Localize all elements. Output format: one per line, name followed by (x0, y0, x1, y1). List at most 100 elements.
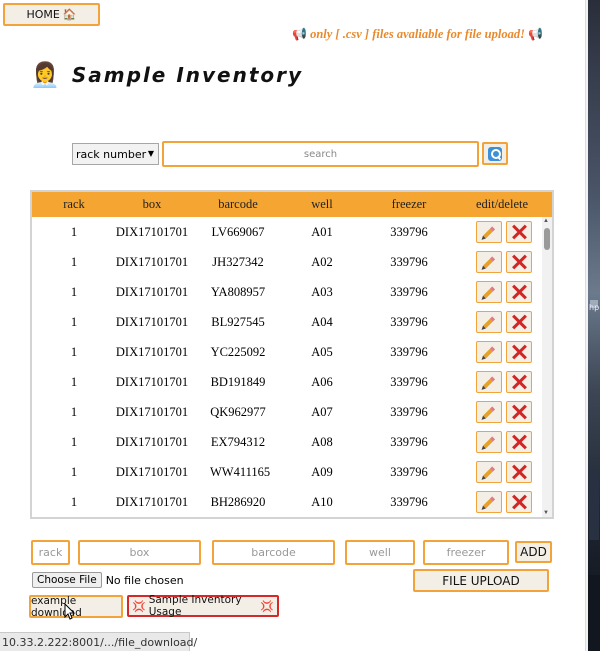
dropdown-caret-icon: ▼ (147, 149, 154, 158)
cell-box: DIX17101701 (115, 375, 189, 389)
cell-rack: 1 (70, 375, 78, 389)
page-header: 👩‍💼 Sample Inventory (30, 58, 303, 92)
edit-button[interactable] (476, 491, 502, 513)
file-status: No file chosen (105, 573, 184, 587)
edit-button[interactable] (476, 401, 502, 423)
search-field-value: rack number (76, 147, 147, 161)
edit-button[interactable] (476, 221, 502, 243)
edit-button[interactable] (476, 461, 502, 483)
delete-button[interactable] (506, 281, 532, 303)
scroll-up-icon[interactable]: ▲ (543, 218, 549, 224)
table-row: 1 DIX17101701 LV669067 A01 339796 (32, 217, 542, 247)
freezer-placeholder: freezer (446, 546, 486, 559)
desktop-background: hp (588, 0, 600, 651)
cross-mark-icon (511, 224, 527, 240)
pencil-icon (482, 375, 496, 389)
browser-viewport: hp HOME 🏠 📢 only [ .csv ] files avaliabl… (0, 0, 600, 651)
edit-button[interactable] (476, 251, 502, 273)
column-header-edit-delete: edit/delete (475, 197, 529, 211)
cell-rack: 1 (70, 285, 78, 299)
status-url: 10.33.2.222:8001/.../file_download/ (2, 635, 198, 649)
desktop-text-fragment: hp (589, 303, 600, 312)
rack-input[interactable]: rack (31, 540, 70, 565)
office-worker-icon: 👩‍💼 (30, 62, 60, 89)
choose-file-button[interactable]: Choose File (32, 572, 102, 588)
usage-button[interactable]: 💢 Sample Inventory Usage 💢 (127, 594, 279, 618)
anger-symbol-icon: 💢 (260, 599, 274, 613)
edit-button[interactable] (476, 281, 502, 303)
table-header: rack box barcode well freezer edit/delet… (32, 192, 552, 217)
delete-button[interactable] (506, 401, 532, 423)
delete-button[interactable] (506, 491, 532, 513)
table-row: 1 DIX17101701 BD191849 A06 339796 (32, 367, 542, 397)
column-header-freezer: freezer (391, 197, 427, 211)
edit-button[interactable] (476, 341, 502, 363)
edit-button[interactable] (476, 431, 502, 453)
mouse-pointer-icon (64, 603, 76, 620)
cell-rack: 1 (70, 315, 78, 329)
search-icon (488, 146, 502, 161)
cell-freezer: 339796 (390, 255, 428, 269)
table-row: 1 DIX17101701 JH327342 A02 339796 (32, 247, 542, 277)
pencil-icon (482, 465, 496, 479)
rack-placeholder: rack (38, 546, 63, 559)
cell-well: A08 (311, 435, 333, 449)
scrollbar-thumb[interactable] (544, 228, 550, 250)
scroll-down-icon[interactable]: ▼ (543, 510, 549, 516)
cell-barcode: BD191849 (210, 375, 266, 389)
cell-barcode: WW411165 (210, 465, 271, 479)
search-placeholder: search (303, 148, 338, 160)
cross-mark-icon (511, 374, 527, 390)
delete-button[interactable] (506, 431, 532, 453)
cell-well: A04 (311, 315, 333, 329)
delete-button[interactable] (506, 251, 532, 273)
desktop-shadow (589, 470, 599, 540)
cell-box: DIX17101701 (115, 435, 189, 449)
pencil-icon (482, 495, 496, 509)
delete-button[interactable] (506, 461, 532, 483)
pencil-icon (482, 225, 496, 239)
table-row: 1 DIX17101701 BL927545 A04 339796 (32, 307, 542, 337)
cell-well: A07 (311, 405, 333, 419)
cross-mark-icon (511, 494, 527, 510)
edit-button[interactable] (476, 311, 502, 333)
cell-box: DIX17101701 (115, 405, 189, 419)
barcode-input[interactable]: barcode (212, 540, 335, 565)
freezer-input[interactable]: freezer (423, 540, 509, 565)
cross-mark-icon (511, 404, 527, 420)
box-input[interactable]: box (78, 540, 201, 565)
search-field-select[interactable]: rack number ▼ (72, 143, 159, 165)
delete-button[interactable] (506, 341, 532, 363)
cross-mark-icon (511, 254, 527, 270)
cell-rack: 1 (70, 225, 78, 239)
search-input[interactable]: search (162, 141, 479, 167)
delete-button[interactable] (506, 221, 532, 243)
cell-freezer: 339796 (390, 435, 428, 449)
home-button[interactable]: HOME 🏠 (3, 3, 100, 26)
example-download-button[interactable]: example download (29, 595, 123, 619)
file-chooser: Choose File No file chosen (32, 572, 184, 588)
cell-box: DIX17101701 (115, 285, 189, 299)
table-scrollbar[interactable]: ▲ ▼ (542, 217, 552, 517)
file-upload-button[interactable]: FILE UPLOAD (413, 569, 549, 592)
barcode-placeholder: barcode (251, 546, 296, 559)
cell-rack: 1 (70, 435, 78, 449)
cell-freezer: 339796 (390, 225, 428, 239)
search-button[interactable] (482, 142, 508, 165)
cell-rack: 1 (70, 255, 78, 269)
well-input[interactable]: well (345, 540, 415, 565)
edit-button[interactable] (476, 371, 502, 393)
cell-barcode: YC225092 (210, 345, 266, 359)
page-title: Sample Inventory (71, 63, 304, 87)
table-row: 1 DIX17101701 WW411165 A09 339796 (32, 457, 542, 487)
table-row: 1 DIX17101701 YA808957 A03 339796 (32, 277, 542, 307)
cell-well: A06 (311, 375, 333, 389)
add-button[interactable]: ADD (515, 541, 552, 563)
box-placeholder: box (129, 546, 150, 559)
column-header-barcode: barcode (218, 197, 258, 211)
browser-status-bar: 10.33.2.222:8001/.../file_download/ (0, 632, 197, 651)
delete-button[interactable] (506, 311, 532, 333)
cross-mark-icon (511, 344, 527, 360)
cell-barcode: BH286920 (210, 495, 266, 509)
delete-button[interactable] (506, 371, 532, 393)
